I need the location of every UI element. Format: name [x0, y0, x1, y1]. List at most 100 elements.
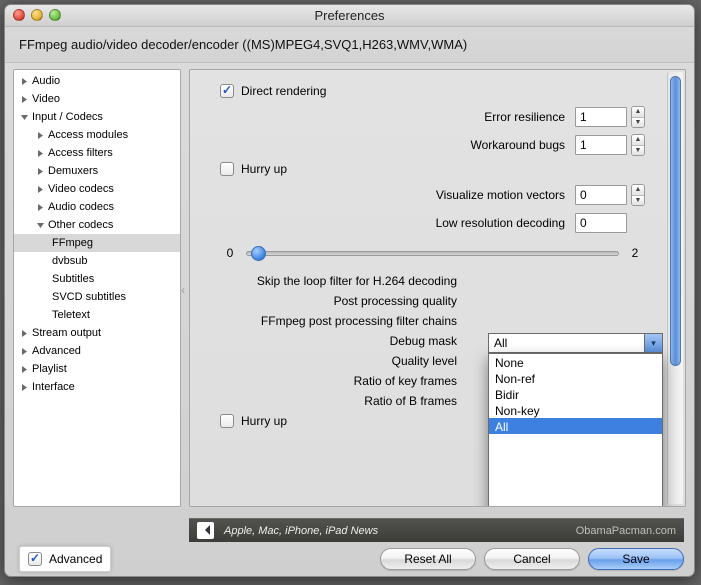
dropdown-option-nonkey[interactable]: Non-key: [489, 402, 662, 418]
skip-loop-dropdown[interactable]: All: [488, 333, 663, 353]
back-arrow-icon[interactable]: [197, 522, 214, 539]
step-down-icon[interactable]: ▼: [632, 146, 644, 156]
quality-level-label: Quality level: [392, 354, 457, 368]
hurry-up-2-label: Hurry up: [241, 414, 287, 428]
sidebar-item-label: Access filters: [48, 147, 113, 159]
dropdown-option-bidir[interactable]: Bidir: [489, 386, 662, 402]
sidebar-item-label: Video codecs: [48, 183, 114, 195]
sidebar-item-ffmpeg[interactable]: FFmpeg: [14, 234, 180, 252]
sidebar-item-label: Video: [32, 93, 60, 105]
slider-max-label: 2: [625, 246, 645, 260]
ffmpeg-pp-chains-label: FFmpeg post processing filter chains: [261, 314, 457, 328]
dropdown-option-nonref[interactable]: Non-ref: [489, 370, 662, 386]
sidebar-item-audio[interactable]: Audio: [14, 72, 180, 90]
sidebar-item-audio-codecs[interactable]: Audio codecs: [14, 198, 180, 216]
cancel-button[interactable]: Cancel: [484, 548, 580, 570]
sidebar-item-label: Advanced: [32, 345, 81, 357]
body-area: Audio Video Input / Codecs Access module…: [5, 63, 694, 513]
low-res-decoding-field[interactable]: [575, 213, 627, 233]
sidebar-item-advanced[interactable]: Advanced: [14, 342, 180, 360]
sidebar-item-video-codecs[interactable]: Video codecs: [14, 180, 180, 198]
visualize-motion-stepper[interactable]: ▲ ▼: [631, 184, 645, 206]
sidebar-item-label: dvbsub: [52, 255, 87, 267]
sidebar-item-label: Teletext: [52, 309, 90, 321]
advanced-checkbox[interactable]: [28, 552, 42, 566]
chevron-right-icon: [36, 167, 45, 176]
status-strip: Apple, Mac, iPhone, iPad News ObamaPacma…: [189, 518, 684, 542]
sidebar-item-dvbsub[interactable]: dvbsub: [14, 252, 180, 270]
chevron-right-icon: [36, 149, 45, 158]
sidebar-item-other-codecs[interactable]: Other codecs: [14, 216, 180, 234]
hurry-up-1-checkbox[interactable]: [220, 162, 234, 176]
step-up-icon[interactable]: ▲: [632, 185, 644, 196]
sidebar-item-access-modules[interactable]: Access modules: [14, 126, 180, 144]
zoom-window-button[interactable]: [49, 9, 61, 21]
sidebar-item-teletext[interactable]: Teletext: [14, 306, 180, 324]
sidebar-item-svcd-subtitles[interactable]: SVCD subtitles: [14, 288, 180, 306]
sidebar-item-interface[interactable]: Interface: [14, 378, 180, 396]
sidebar-item-label: Subtitles: [52, 273, 94, 285]
vertical-scrollbar[interactable]: [667, 72, 683, 504]
post-processing-quality-row: Post processing quality: [220, 294, 667, 308]
chevron-down-icon: [20, 113, 29, 122]
workaround-bugs-stepper[interactable]: ▲ ▼: [631, 134, 645, 156]
sidebar-item-stream-output[interactable]: Stream output: [14, 324, 180, 342]
window-title: Preferences: [314, 8, 384, 23]
sidebar-item-video[interactable]: Video: [14, 90, 180, 108]
sidebar-item-input-codecs[interactable]: Input / Codecs: [14, 108, 180, 126]
sidebar-item-access-filters[interactable]: Access filters: [14, 144, 180, 162]
skip-loop-menu[interactable]: None Non-ref Bidir Non-key All: [488, 353, 663, 507]
skip-loop-label: Skip the loop filter for H.264 decoding: [257, 274, 457, 288]
dropdown-arrow-icon[interactable]: [644, 334, 662, 352]
save-button[interactable]: Save: [588, 548, 684, 570]
step-down-icon[interactable]: ▼: [632, 118, 644, 128]
category-tree[interactable]: Audio Video Input / Codecs Access module…: [13, 69, 181, 507]
status-text-left: Apple, Mac, iPhone, iPad News: [224, 525, 378, 537]
low-res-decoding-row: Low resolution decoding: [220, 212, 667, 234]
sidebar-item-label: Stream output: [32, 327, 101, 339]
status-text-right: ObamaPacman.com: [576, 525, 676, 537]
slider-row: 0 2: [220, 246, 667, 260]
reset-all-button[interactable]: Reset All: [380, 548, 476, 570]
resize-notch-icon[interactable]: ‹: [181, 283, 189, 297]
error-resilience-label: Error resilience: [484, 110, 565, 124]
ratio-b-label: Ratio of B frames: [364, 394, 457, 408]
sidebar-item-label: Interface: [32, 381, 75, 393]
ffmpeg-pp-chains-row: FFmpeg post processing filter chains: [220, 314, 667, 328]
step-down-icon[interactable]: ▼: [632, 196, 644, 206]
direct-rendering-row: Direct rendering: [220, 84, 667, 98]
preferences-window: Preferences FFmpeg audio/video decoder/e…: [4, 4, 695, 577]
workaround-bugs-field[interactable]: [575, 135, 627, 155]
error-resilience-stepper[interactable]: ▲ ▼: [631, 106, 645, 128]
sidebar-item-subtitles[interactable]: Subtitles: [14, 270, 180, 288]
sidebar-item-label: Audio codecs: [48, 201, 114, 213]
chevron-down-icon: [36, 221, 45, 230]
debug-mask-label: Debug mask: [390, 334, 457, 348]
step-up-icon[interactable]: ▲: [632, 107, 644, 118]
titlebar[interactable]: Preferences: [5, 5, 694, 27]
error-resilience-field[interactable]: [575, 107, 627, 127]
direct-rendering-checkbox[interactable]: [220, 84, 234, 98]
scrollbar-thumb[interactable]: [670, 76, 681, 366]
sidebar-item-playlist[interactable]: Playlist: [14, 360, 180, 378]
close-window-button[interactable]: [13, 9, 25, 21]
slider-thumb[interactable]: [251, 246, 266, 261]
direct-rendering-label: Direct rendering: [241, 84, 326, 98]
dropdown-option-none[interactable]: None: [489, 354, 662, 370]
advanced-toggle[interactable]: Advanced: [19, 546, 111, 572]
step-up-icon[interactable]: ▲: [632, 135, 644, 146]
hurry-up-2-checkbox[interactable]: [220, 414, 234, 428]
slider-track[interactable]: [246, 251, 619, 256]
sidebar-item-label: SVCD subtitles: [52, 291, 126, 303]
sidebar-item-label: Access modules: [48, 129, 128, 141]
minimize-window-button[interactable]: [31, 9, 43, 21]
visualize-motion-field[interactable]: [575, 185, 627, 205]
settings-panel: Direct rendering Error resilience ▲ ▼ Wo…: [189, 69, 686, 507]
sidebar-item-demuxers[interactable]: Demuxers: [14, 162, 180, 180]
chevron-right-icon: [20, 365, 29, 374]
sidebar-item-label: FFmpeg: [52, 237, 93, 249]
chevron-right-icon: [36, 131, 45, 140]
skip-loop-row: Skip the loop filter for H.264 decoding: [220, 274, 667, 288]
dropdown-option-all[interactable]: All: [489, 418, 662, 434]
chevron-right-icon: [20, 329, 29, 338]
